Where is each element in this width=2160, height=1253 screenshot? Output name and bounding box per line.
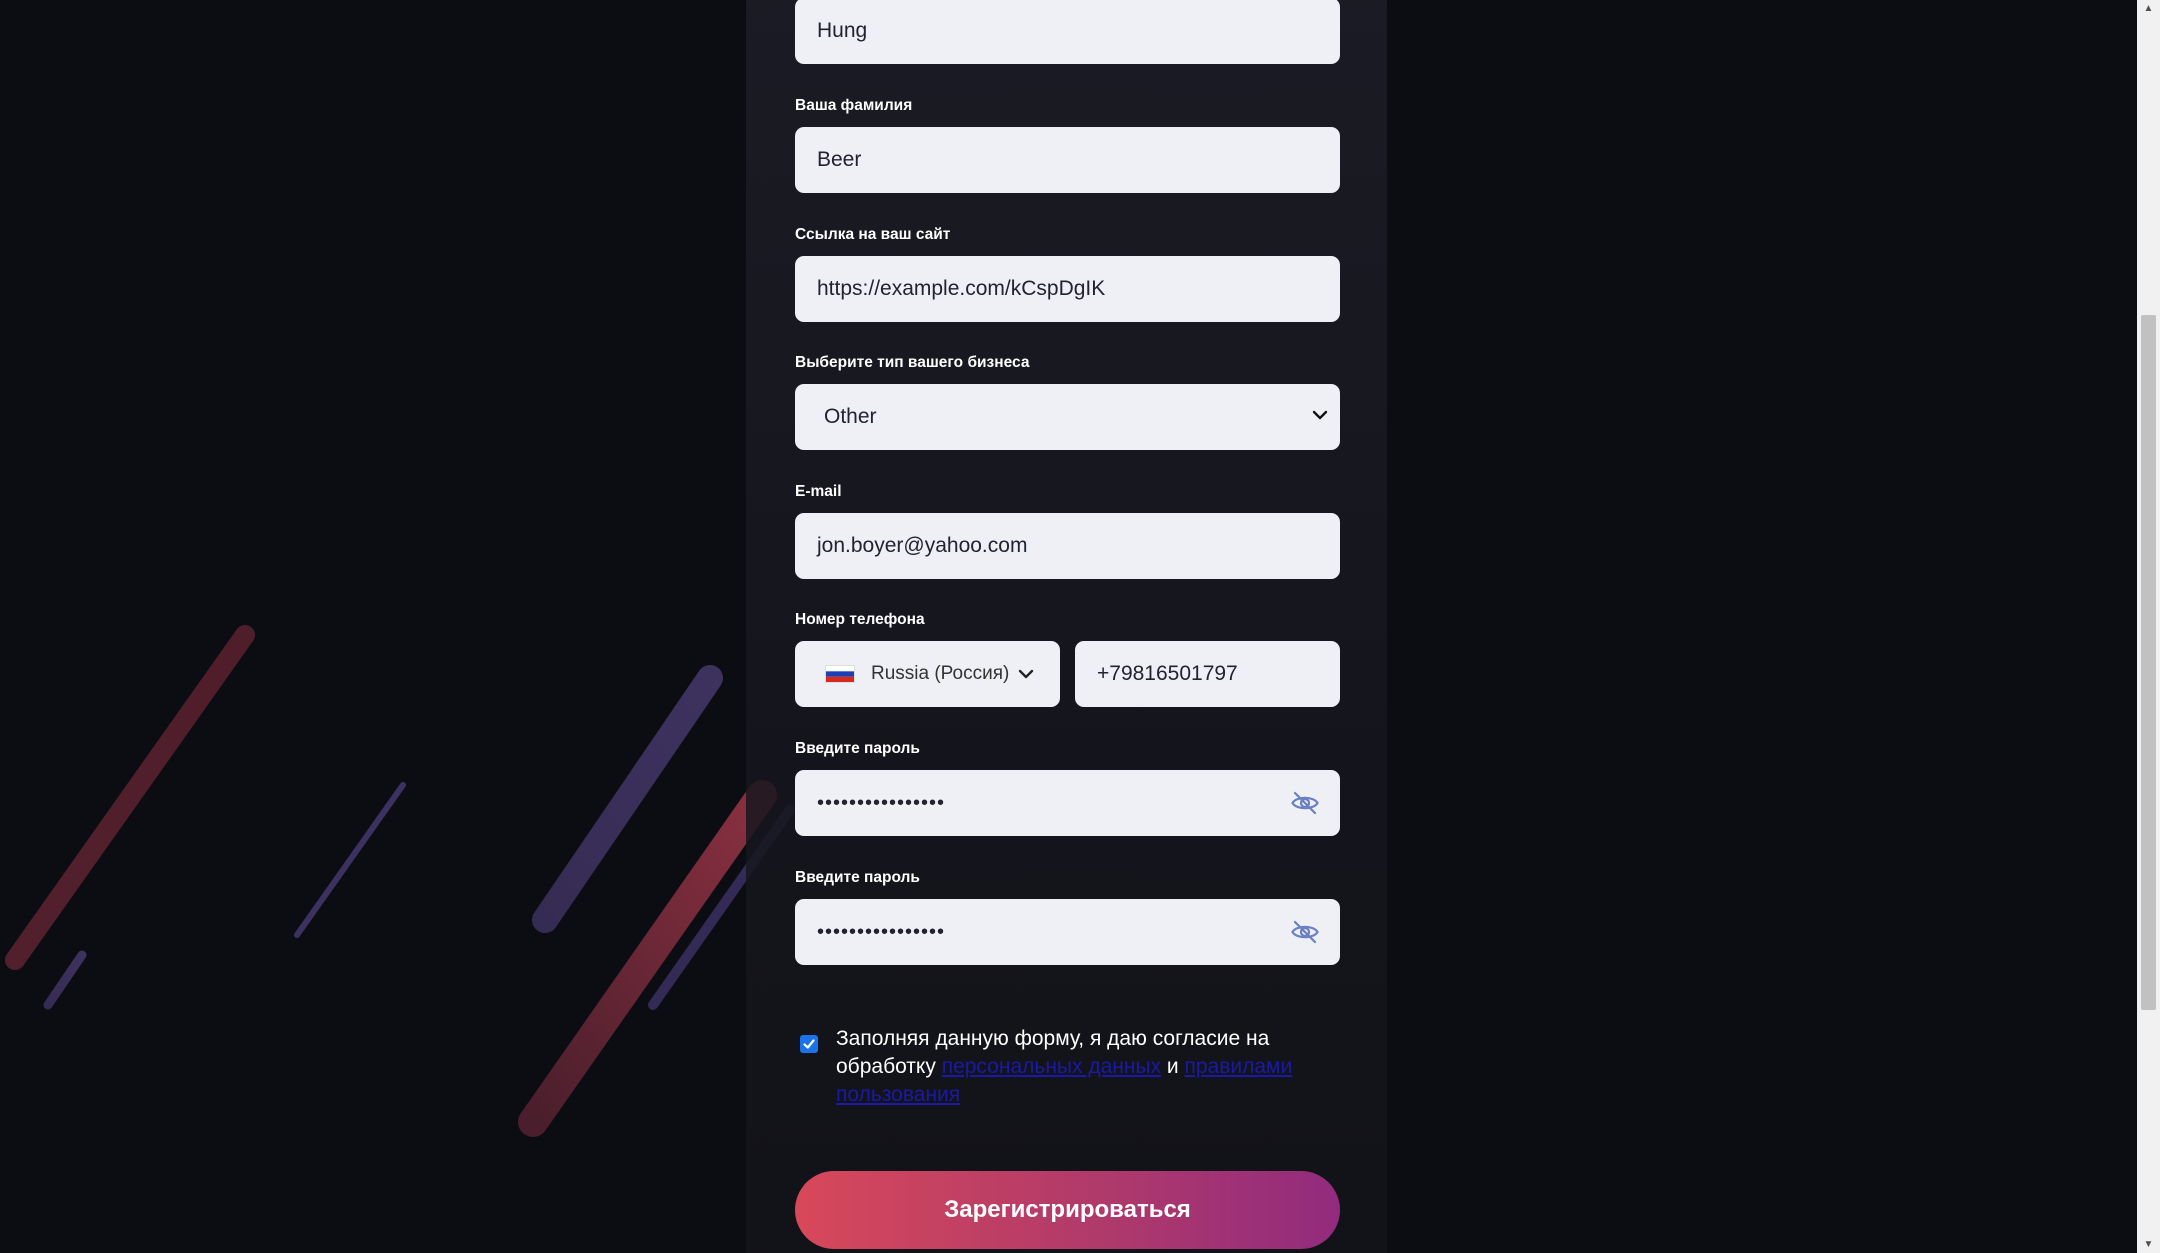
eye-off-icon[interactable]	[1290, 788, 1320, 818]
business-type-label: Выберите тип вашего бизнеса	[795, 354, 1030, 371]
password-confirm-value: ••••••••••••••••	[817, 920, 946, 943]
phone-number-field[interactable]: +79816501797	[1075, 641, 1340, 707]
website-field[interactable]: https://example.com/kCspDgIK	[795, 256, 1340, 322]
streak-purple-small	[43, 950, 87, 1010]
first-name-value: Hung	[817, 19, 868, 42]
password-confirm-label: Введите пароль	[795, 869, 920, 886]
business-type-select[interactable]: Other	[795, 384, 1340, 450]
website-value: https://example.com/kCspDgIK	[817, 277, 1106, 300]
phone-label: Номер телефона	[795, 611, 925, 628]
streak-red-left	[5, 625, 255, 970]
last-name-label: Ваша фамилия	[795, 97, 913, 114]
scroll-up-icon[interactable]: ▲	[2137, 0, 2160, 17]
business-type-value: Other	[824, 405, 877, 428]
streak-pink-wide	[518, 780, 777, 1137]
last-name-value: Beer	[817, 148, 862, 171]
chevron-down-icon	[1018, 668, 1034, 680]
phone-country-select[interactable]: Russia (Россия)	[795, 641, 1060, 707]
first-name-field[interactable]: Hung	[795, 0, 1340, 64]
phone-country-value: Russia (Россия)	[871, 663, 1010, 684]
email-label: E-mail	[795, 483, 842, 500]
checkmark-icon	[803, 1039, 815, 1049]
password-confirm-field[interactable]: ••••••••••••••••	[795, 899, 1340, 965]
consent-row: Заполняя данную форму, я даю согласие на…	[800, 1025, 1320, 1109]
password-field[interactable]: ••••••••••••••••	[795, 770, 1340, 836]
register-button[interactable]: Зарегистрироваться	[795, 1171, 1340, 1249]
eye-off-icon[interactable]	[1290, 917, 1320, 947]
last-name-field[interactable]: Beer	[795, 127, 1340, 193]
consent-checkbox[interactable]	[800, 1035, 818, 1053]
consent-text: Заполняя данную форму, я даю согласие на…	[836, 1025, 1320, 1109]
password-label: Введите пароль	[795, 740, 920, 757]
chevron-down-icon	[1312, 408, 1328, 426]
email-field[interactable]: jon.boyer@yahoo.com	[795, 513, 1340, 579]
password-value: ••••••••••••••••	[817, 791, 946, 814]
scrollbar[interactable]: ▲ ▼	[2137, 0, 2160, 1253]
scroll-down-icon[interactable]: ▼	[2137, 1236, 2160, 1253]
russia-flag-icon	[825, 665, 855, 683]
website-label: Ссылка на ваш сайт	[795, 226, 951, 243]
personal-data-link[interactable]: персональных данных	[942, 1055, 1161, 1078]
phone-number-value: +79816501797	[1097, 662, 1238, 685]
streak-purple-thin	[294, 782, 406, 938]
consent-and: и	[1166, 1055, 1179, 1078]
email-value: jon.boyer@yahoo.com	[817, 534, 1028, 557]
scrollbar-thumb[interactable]	[2141, 315, 2156, 1010]
